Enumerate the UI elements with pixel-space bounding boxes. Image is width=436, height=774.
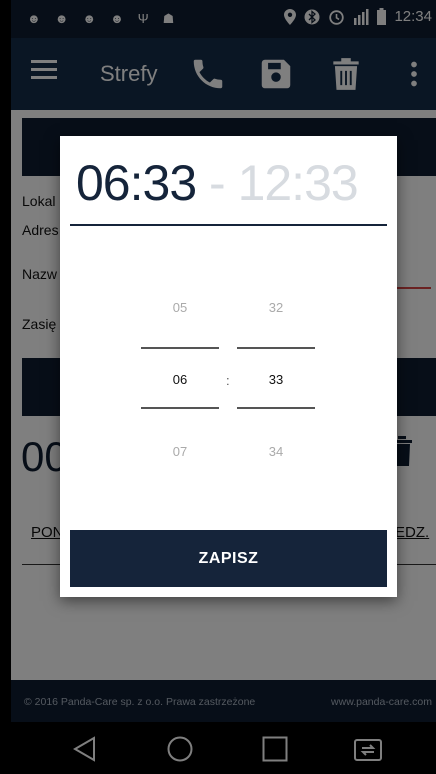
save-button[interactable]: ZAPISZ <box>70 530 387 587</box>
hour-selected[interactable]: 06 <box>141 372 219 387</box>
time-separator: - <box>196 155 238 211</box>
end-time[interactable]: 12:33 <box>238 155 359 211</box>
start-time[interactable]: 06:33 <box>76 155 197 211</box>
hour-selection-top-line <box>141 347 219 349</box>
hour-option[interactable]: 05 <box>141 300 219 315</box>
header-underline <box>70 224 387 226</box>
hour-option[interactable]: 07 <box>141 444 219 459</box>
hour-selection-bottom-line <box>141 407 219 409</box>
minute-selection-top-line <box>237 347 315 349</box>
minute-selection-bottom-line <box>237 407 315 409</box>
time-range-dialog: 06:33 - 12:33 05 06 07 : 32 33 34 ZAPISZ <box>60 136 397 597</box>
time-range-header: 06:33 - 12:33 <box>76 154 359 212</box>
time-colon: : <box>226 373 230 388</box>
minute-option[interactable]: 32 <box>237 300 315 315</box>
minute-option[interactable]: 34 <box>237 444 315 459</box>
minute-selected[interactable]: 33 <box>237 372 315 387</box>
